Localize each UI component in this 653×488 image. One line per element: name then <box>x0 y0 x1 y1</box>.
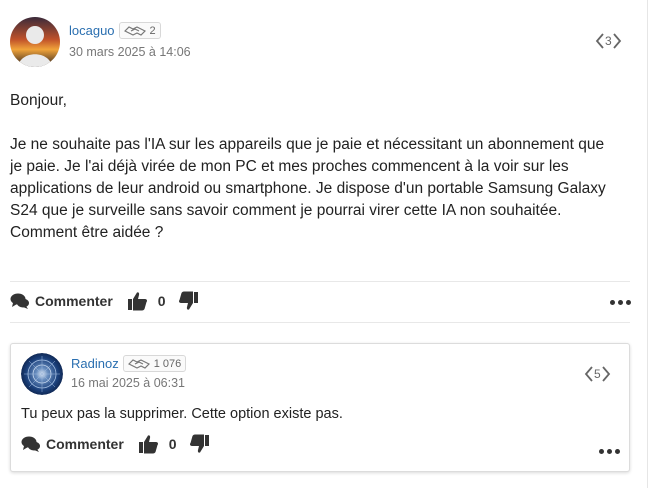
reputation-badge[interactable]: 1 076 <box>122 355 187 372</box>
chevron-right-icon[interactable] <box>613 33 622 49</box>
thumbs-up-icon <box>138 435 158 454</box>
comment-label: Commenter <box>46 436 124 452</box>
author-block: Radinoz 1 076 16 mai 2025 à 06:31 <box>71 355 187 390</box>
avatar[interactable] <box>10 17 60 67</box>
dislike-button[interactable] <box>189 434 210 454</box>
post-line-1: Je ne souhaite pas l'IA sur les appareil… <box>10 136 605 153</box>
post-line-3: applications de leur android ou smartpho… <box>10 180 606 197</box>
post-line-4: S24 que je surveille sans savoir comment… <box>10 202 562 219</box>
post-actions: Commenter 0 <box>10 291 199 311</box>
reply-card: Radinoz 1 076 16 mai 2025 à 06:31 5 Tu p… <box>10 343 630 472</box>
handshake-icon <box>127 358 150 369</box>
like-count: 0 <box>157 293 166 309</box>
author-block: locaguo 2 30 mars 2025 à 14:06 <box>69 22 191 59</box>
comments-icon <box>21 436 40 452</box>
chevron-left-icon[interactable] <box>584 366 593 382</box>
comments-icon <box>10 293 29 309</box>
post-body: Bonjour, Je ne souhaite pas l'IA sur les… <box>10 90 630 244</box>
comment-label: Commenter <box>35 293 113 309</box>
post-line-5: Comment être aidée ? <box>10 224 164 241</box>
ellipsis-icon[interactable] <box>610 300 631 305</box>
reputation-badge[interactable]: 2 <box>118 22 161 39</box>
reply-date: 16 mai 2025 à 06:31 <box>71 376 185 390</box>
post-line-2: je paie. Je l'ai déjà virée de mon PC et… <box>10 158 569 175</box>
like-button[interactable] <box>138 434 159 454</box>
chevron-right-icon[interactable] <box>602 366 611 382</box>
like-button[interactable] <box>127 291 148 311</box>
post-greeting: Bonjour, <box>10 92 67 109</box>
reply-number: 5 <box>594 367 601 381</box>
avatar[interactable] <box>21 353 63 395</box>
author-name-link[interactable]: Radinoz <box>71 356 119 371</box>
reputation-count: 2 <box>149 24 156 37</box>
comment-button[interactable]: Commenter <box>21 435 124 453</box>
thumbs-up-icon <box>127 292 147 311</box>
chevron-left-icon[interactable] <box>595 33 604 49</box>
avatar-image <box>10 17 60 67</box>
reply-navigation: 5 <box>584 366 611 382</box>
reputation-count: 1 076 <box>153 357 182 370</box>
dislike-button[interactable] <box>178 291 199 311</box>
comment-button[interactable]: Commenter <box>10 292 113 310</box>
thumbs-down-icon <box>189 434 209 453</box>
ellipsis-icon[interactable] <box>599 449 620 454</box>
reply-actions: Commenter 0 <box>21 434 210 454</box>
post-date: 30 mars 2025 à 14:06 <box>69 45 191 59</box>
divider <box>10 322 630 323</box>
divider <box>10 281 630 282</box>
post-navigation: 3 <box>595 33 622 49</box>
reply-text: Tu peux pas la supprimer. Cette option e… <box>21 406 343 422</box>
post-number: 3 <box>605 34 612 48</box>
thumbs-down-icon <box>178 291 198 310</box>
author-name-link[interactable]: locaguo <box>69 23 115 38</box>
post-header: locaguo 2 30 mars 2025 à 14:06 <box>10 17 630 69</box>
avatar-image <box>21 353 63 395</box>
page-right-border <box>647 0 648 488</box>
handshake-icon <box>123 25 146 36</box>
like-count: 0 <box>168 436 177 452</box>
